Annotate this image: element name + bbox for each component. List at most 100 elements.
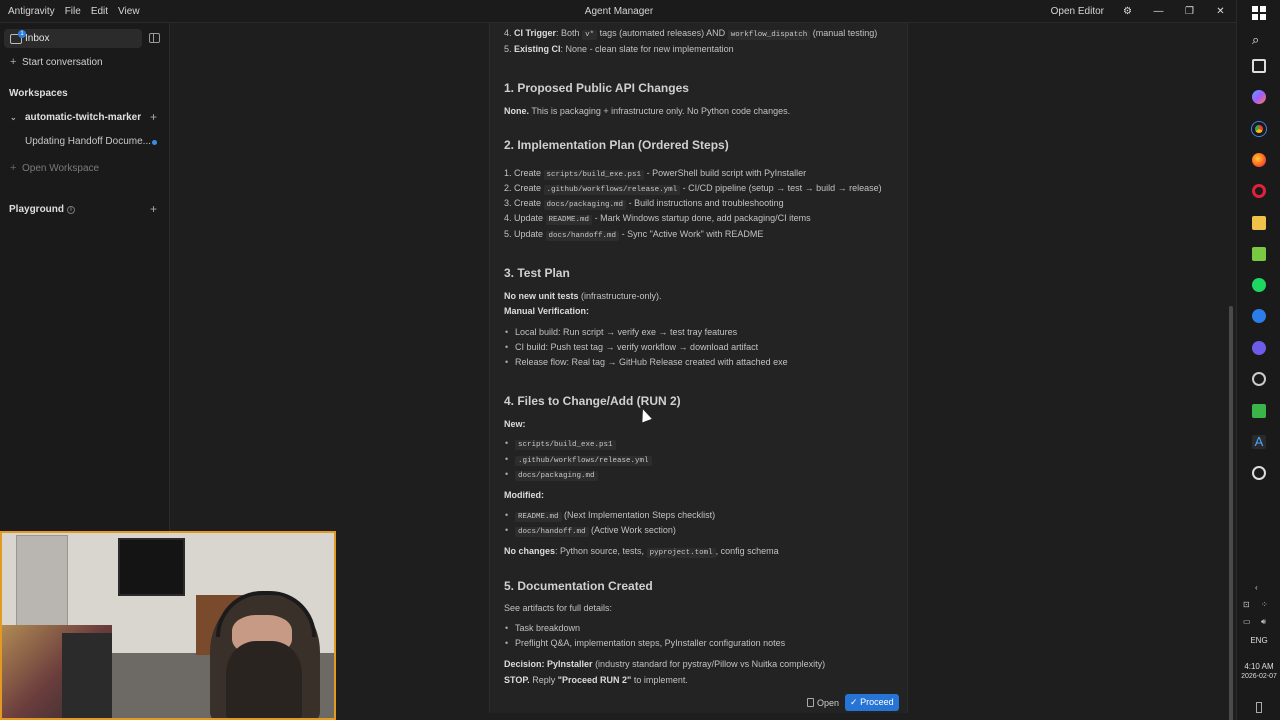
- file-explorer-icon[interactable]: [1252, 216, 1266, 230]
- inline-code: pyproject.toml: [646, 548, 716, 558]
- antigravity-app-icon[interactable]: A: [1252, 435, 1266, 449]
- list-item: 4. Update README.md - Mark Windows start…: [504, 213, 811, 225]
- paragraph-text: (infrastructure-only).: [581, 291, 662, 301]
- chevron-down-icon: ⌄: [10, 113, 17, 122]
- bold-text: Decision: PyInstaller: [504, 659, 593, 669]
- list-item: Preflight Q&A, implementation steps, PyI…: [505, 638, 785, 648]
- menu-edit[interactable]: Edit: [91, 6, 108, 17]
- inline-code: v*: [582, 30, 598, 40]
- search-icon[interactable]: ⌕: [1252, 33, 1266, 47]
- step-verb: 5. Update: [504, 229, 544, 239]
- settings-gear-icon[interactable]: ⚙: [1112, 6, 1143, 17]
- stream-deck-icon[interactable]: [1252, 372, 1266, 386]
- notepad-icon[interactable]: [1252, 247, 1266, 261]
- section-heading: 2. Implementation Plan (Ordered Steps): [504, 138, 729, 152]
- paragraph-text: (industry standard for pystray/Pillow vs…: [595, 659, 826, 669]
- list-number: 5.: [504, 44, 512, 54]
- webcam-tv: [118, 538, 185, 596]
- tray-display-icon[interactable]: ▭: [1243, 617, 1251, 626]
- plus-icon: +: [10, 162, 17, 174]
- scrollbar[interactable]: [1227, 23, 1235, 720]
- list-item: 5. Update docs/handoff.md - Sync "Active…: [504, 229, 763, 241]
- list-item: 1. Create scripts/build_exe.ps1 - PowerS…: [504, 168, 806, 180]
- section-paragraph: No new unit tests (infrastructure-only).: [504, 291, 662, 301]
- task-view-icon[interactable]: [1252, 59, 1266, 73]
- clock-time[interactable]: 4:10 AM: [1237, 662, 1280, 671]
- section-heading: 4. Files to Change/Add (RUN 2): [504, 394, 681, 408]
- ci-trigger-text: tags (automated releases) AND: [599, 28, 726, 38]
- paragraph-text: : Python source, tests,: [555, 546, 645, 556]
- maximize-button[interactable]: ❐: [1174, 6, 1205, 17]
- stop-line: STOP. Reply "Proceed RUN 2" to implement…: [504, 675, 688, 685]
- section-heading: 5. Documentation Created: [504, 579, 653, 593]
- modified-label: Modified:: [504, 490, 544, 500]
- spotify-icon[interactable]: [1252, 278, 1266, 292]
- minimize-button[interactable]: —: [1143, 6, 1174, 17]
- open-editor-button[interactable]: Open Editor: [1051, 6, 1104, 17]
- paragraph-text: This is packaging + infrastructure only.…: [531, 106, 791, 116]
- tray-monitor-icon[interactable]: ⊡: [1243, 600, 1250, 609]
- webcam-clutter: [62, 633, 112, 718]
- list-item: CI build: Push test tag → verify workflo…: [505, 342, 758, 352]
- language-indicator[interactable]: ENG: [1237, 636, 1280, 645]
- discord-icon[interactable]: [1252, 341, 1266, 355]
- paragraph-text: to implement.: [633, 675, 688, 685]
- bold-text: None.: [504, 106, 530, 116]
- paragraph-text: , config schema: [715, 546, 779, 556]
- list-item: README.md (Next Implementation Steps che…: [505, 510, 715, 522]
- menu-view[interactable]: View: [118, 6, 140, 17]
- existing-ci-text: : None - clean slate for new implementat…: [560, 44, 734, 54]
- menu-file[interactable]: File: [65, 6, 81, 17]
- opera-icon[interactable]: [1252, 184, 1266, 198]
- inline-code: docs/packaging.md: [543, 200, 627, 210]
- section-heading: 3. Test Plan: [504, 266, 570, 280]
- windows-start-icon[interactable]: [1252, 6, 1266, 20]
- playground-heading[interactable]: Playground i: [9, 204, 76, 215]
- inbox-icon: 1: [10, 29, 26, 44]
- maps-pin-icon[interactable]: [1252, 309, 1266, 323]
- step-text: - Mark Windows startup done, add packagi…: [594, 213, 811, 223]
- workspace-item[interactable]: ⌄ automatic-twitch-marker: [10, 112, 141, 123]
- list-item: Task breakdown: [505, 623, 580, 633]
- list-item: 2. Create .github/workflows/release.yml …: [504, 183, 882, 195]
- clock-date[interactable]: 2026-02-07: [1237, 673, 1280, 680]
- show-desktop-icon[interactable]: [1256, 702, 1262, 713]
- step-verb: 3. Create: [504, 198, 542, 208]
- ci-trigger-line: 4. CI Trigger: Both v* tags (automated r…: [504, 28, 877, 40]
- open-workspace-button[interactable]: + Open Workspace: [10, 162, 99, 174]
- info-icon: i: [67, 206, 76, 214]
- conversation-item[interactable]: Updating Handoff Docume...: [25, 136, 151, 147]
- volume-icon[interactable]: 🔊︎: [1261, 617, 1266, 627]
- copilot-icon[interactable]: [1252, 90, 1266, 104]
- inline-code: README.md: [545, 215, 593, 225]
- scrollbar-thumb[interactable]: [1229, 306, 1233, 720]
- inline-code: docs/handoff.md: [515, 527, 589, 537]
- chevron-left-icon[interactable]: ‹: [1255, 583, 1258, 592]
- app-window: Antigravity File Edit View Agent Manager…: [0, 0, 1280, 720]
- new-files-label: New:: [504, 419, 526, 429]
- title-controls: Open Editor ⚙ — ❐ ✕: [1051, 0, 1236, 23]
- ci-trigger-text: : Both: [556, 28, 580, 38]
- inline-code: README.md: [515, 512, 562, 522]
- chrome-icon[interactable]: [1252, 122, 1266, 136]
- chatgpt-icon[interactable]: [1252, 466, 1266, 480]
- sidebar-item-inbox[interactable]: 1 Inbox: [4, 29, 142, 48]
- open-button[interactable]: Open: [807, 698, 839, 708]
- bold-text: "Proceed RUN 2": [557, 675, 632, 685]
- close-button[interactable]: ✕: [1205, 6, 1236, 17]
- list-item: docs/handoff.md (Active Work section): [505, 525, 676, 537]
- inline-code: scripts/build_exe.ps1: [515, 440, 616, 450]
- menu-antigravity[interactable]: Antigravity: [8, 6, 55, 17]
- firefox-icon[interactable]: [1252, 153, 1266, 167]
- no-changes-line: No changes: Python source, tests, pyproj…: [504, 546, 779, 558]
- add-playground-plus-icon[interactable]: +: [150, 202, 157, 216]
- start-conversation-button[interactable]: + Start conversation: [10, 56, 103, 68]
- tray-network-icon[interactable]: ⁘: [1261, 600, 1268, 609]
- editor-app-icon[interactable]: [1252, 404, 1266, 418]
- manual-verification-label: Manual Verification:: [504, 306, 590, 316]
- inbox-badge: 1: [18, 29, 26, 38]
- toggle-sidebar-icon[interactable]: [149, 33, 160, 43]
- proceed-button[interactable]: ✓ Proceed: [845, 694, 899, 711]
- inline-code: .github/workflows/release.yml: [543, 185, 681, 195]
- add-conversation-plus-icon[interactable]: +: [150, 110, 157, 124]
